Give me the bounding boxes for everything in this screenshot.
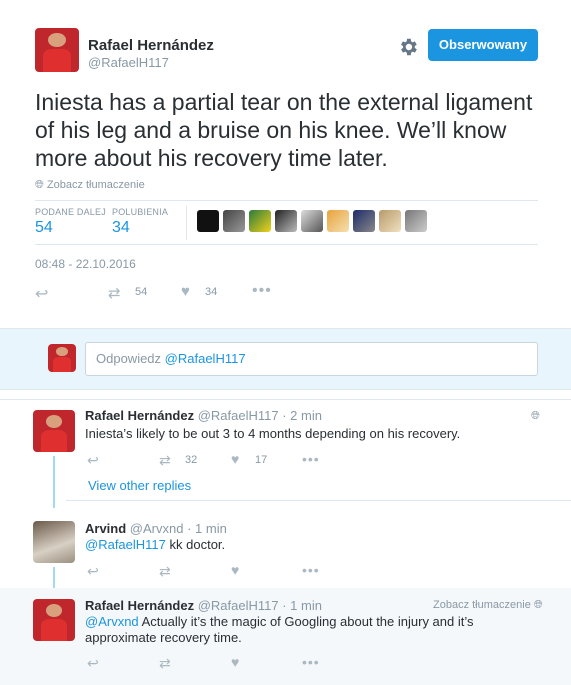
liker-avatar[interactable] — [379, 210, 401, 232]
author-name[interactable]: Rafael Hernández — [88, 37, 214, 54]
reply-mention[interactable]: @Arvxnd — [85, 614, 139, 629]
retweet-count[interactable]: 32 — [185, 454, 197, 466]
reply-header: Rafael Hernández @RafaelH117 · 2 min — [85, 408, 322, 423]
gear-icon[interactable] — [397, 36, 419, 58]
reply-header: Arvind @Arvxnd · 1 min — [85, 521, 227, 536]
like-count[interactable]: 34 — [205, 286, 217, 298]
globe-icon: 🌐︎ — [35, 179, 44, 191]
reply-author-name[interactable]: Rafael Hernández — [85, 408, 194, 423]
reply-time[interactable]: · 1 min — [187, 521, 227, 536]
reply-input[interactable]: Odpowiedz @RafaelH117 — [85, 342, 538, 376]
reply-avatar[interactable] — [33, 521, 75, 563]
reply-header: Rafael Hernández @RafaelH117 · 1 min — [85, 598, 322, 613]
liker-avatar[interactable] — [353, 210, 375, 232]
like-icon[interactable]: ♥ — [231, 562, 239, 578]
more-icon[interactable]: ••• — [302, 451, 320, 467]
reply-body-line2: approximate recovery time. — [85, 630, 242, 645]
liker-avatar[interactable] — [197, 210, 219, 232]
reply-icon[interactable]: ↩ — [35, 284, 48, 304]
like-count[interactable]: 17 — [255, 454, 267, 466]
reply-body-line1: Actually it’s the magic of Googling abou… — [141, 614, 474, 629]
globe-icon: 🌐︎ — [531, 410, 540, 422]
tweet-text: Iniesta has a partial tear on the extern… — [35, 89, 533, 171]
following-button[interactable]: Obserwowany — [428, 29, 538, 61]
reply-text: Iniesta’s likely to be out 3 to 4 months… — [85, 426, 461, 441]
retweet-icon[interactable]: ⇄ — [159, 655, 171, 672]
retweet-icon[interactable]: ⇄ — [108, 284, 121, 302]
liker-avatar[interactable] — [275, 210, 297, 232]
likes-stat-count[interactable]: 34 — [112, 219, 130, 237]
reply-avatar[interactable] — [33, 410, 75, 452]
author-avatar[interactable] — [35, 28, 79, 72]
current-user-avatar — [48, 344, 76, 372]
like-icon[interactable]: ♥ — [181, 283, 190, 300]
translate-link[interactable]: 🌐︎ Zobacz tłumaczenie — [35, 179, 145, 192]
liker-avatar[interactable] — [405, 210, 427, 232]
retweets-stat-count[interactable]: 54 — [35, 219, 53, 237]
likes-stat-label: POLUBIENIA — [112, 207, 169, 217]
more-icon[interactable]: ••• — [302, 654, 320, 670]
author-handle[interactable]: @RafaelH117 — [88, 55, 169, 70]
liker-avatar[interactable] — [301, 210, 323, 232]
tweet-timestamp[interactable]: 08:48 - 22.10.2016 — [35, 257, 136, 271]
reply-icon[interactable]: ↩ — [87, 452, 99, 469]
translate-link[interactable]: Zobacz tłumaczenie 🌐︎ — [433, 599, 543, 612]
retweet-count[interactable]: 54 — [135, 286, 147, 298]
more-icon[interactable]: ••• — [302, 562, 320, 578]
like-icon[interactable]: ♥ — [231, 451, 239, 467]
reply-avatar[interactable] — [33, 599, 75, 641]
reply-author-handle[interactable]: @Arvxnd — [130, 521, 184, 536]
retweet-icon[interactable]: ⇄ — [159, 563, 171, 580]
reply-time[interactable]: · 1 min — [282, 598, 322, 613]
reply-icon[interactable]: ↩ — [87, 655, 99, 672]
reply-icon[interactable]: ↩ — [87, 563, 99, 580]
reply-mention: @RafaelH117 — [164, 351, 246, 366]
more-icon[interactable]: ••• — [252, 282, 272, 300]
reply-text: @Arvxnd Actually it’s the magic of Googl… — [85, 614, 535, 646]
retweets-stat-label: PODANE DALEJ — [35, 207, 106, 217]
reply-body: kk doctor. — [169, 537, 226, 552]
reply-mention[interactable]: @RafaelH117 — [85, 537, 166, 552]
reply-time[interactable]: · 2 min — [282, 408, 322, 423]
reply-author-name[interactable]: Rafael Hernández — [85, 598, 194, 613]
stat-separator — [186, 206, 187, 240]
liker-avatar[interactable] — [327, 210, 349, 232]
retweet-icon[interactable]: ⇄ — [159, 452, 171, 469]
view-other-replies-link[interactable]: View other replies — [88, 478, 191, 493]
reply-text: @RafaelH117 kk doctor. — [85, 537, 225, 552]
reply-author-name[interactable]: Arvind — [85, 521, 126, 536]
reply-placeholder: Odpowiedz — [96, 351, 162, 366]
globe-icon: 🌐︎ — [533, 599, 543, 611]
reply-author-handle[interactable]: @RafaelH117 — [198, 408, 279, 423]
liker-avatar[interactable] — [249, 210, 271, 232]
thread-line — [53, 456, 55, 508]
reply-author-handle[interactable]: @RafaelH117 — [198, 598, 279, 613]
like-icon[interactable]: ♥ — [231, 654, 239, 670]
liker-avatar[interactable] — [223, 210, 245, 232]
